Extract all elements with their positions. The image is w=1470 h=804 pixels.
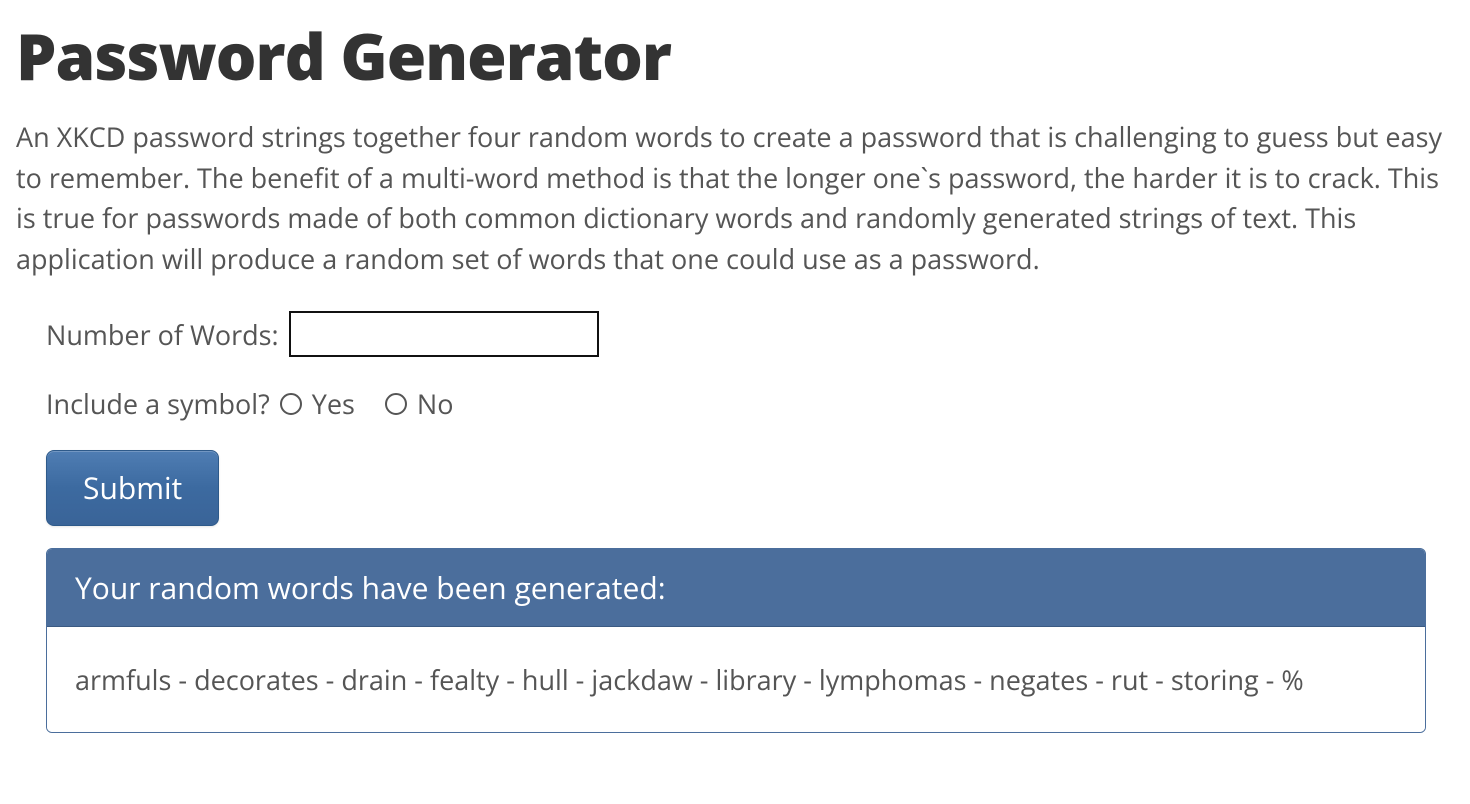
symbol-row: Include a symbol? Yes No [46,385,1454,422]
symbol-no-radio[interactable] [385,393,407,415]
num-words-label: Number of Words: [46,316,279,353]
result-password: armfuls - decorates - drain - fealty - h… [47,627,1425,732]
submit-button[interactable]: Submit [46,450,219,526]
result-panel: Your random words have been generated: a… [46,548,1426,733]
symbol-no-option[interactable]: No [385,385,454,422]
symbol-no-label: No [417,385,454,422]
form-block: Number of Words: Include a symbol? Yes N… [16,311,1454,733]
symbol-radio-group: Yes No [280,385,454,422]
num-words-input[interactable] [289,311,599,357]
page-title: Password Generator [16,12,1454,99]
num-words-row: Number of Words: [46,311,1454,357]
intro-paragraph: An XKCD password strings together four r… [16,117,1454,279]
symbol-label: Include a symbol? [46,385,270,422]
symbol-yes-radio[interactable] [280,393,302,415]
symbol-yes-option[interactable]: Yes [280,385,355,422]
symbol-yes-label: Yes [312,385,355,422]
result-heading: Your random words have been generated: [47,549,1425,627]
